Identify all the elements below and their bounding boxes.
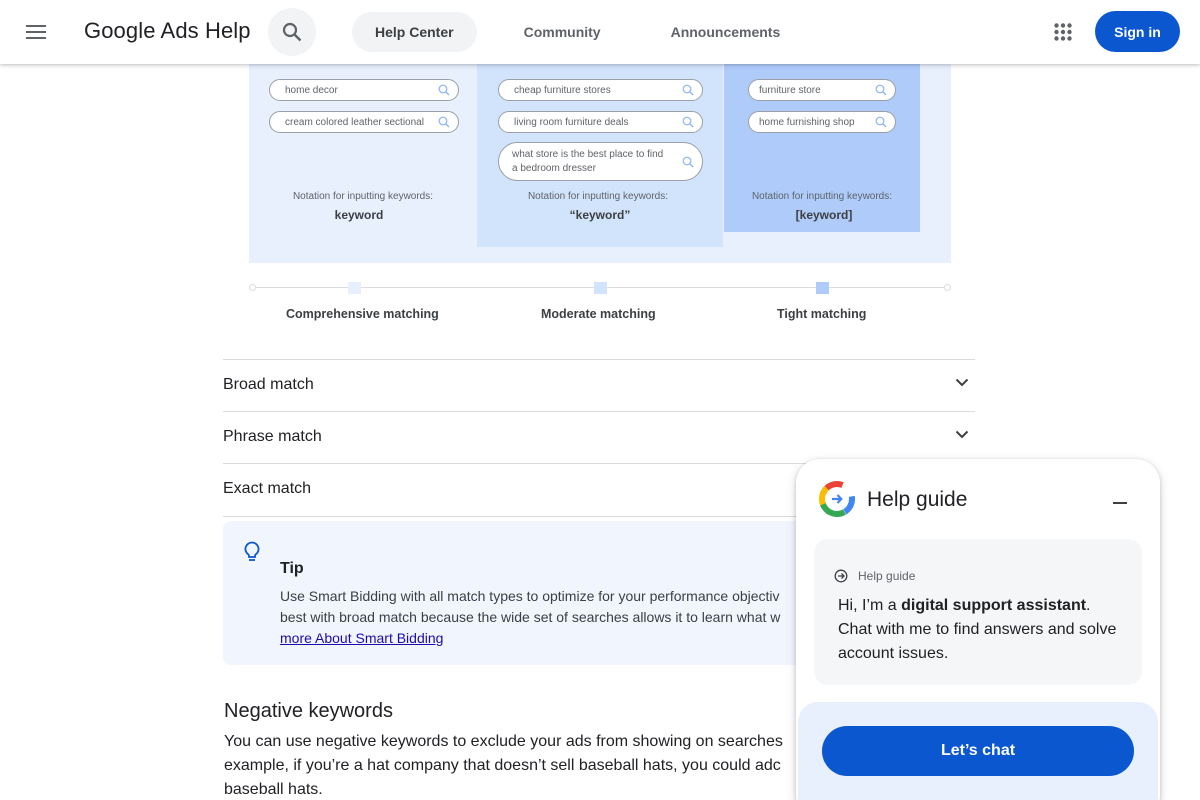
help-guide-footer: Let’s chat bbox=[798, 702, 1158, 800]
brand-title[interactable]: Google Ads Help bbox=[84, 18, 251, 44]
scale-marker bbox=[348, 282, 361, 294]
broad-keyword-notation: keyword bbox=[334, 208, 384, 222]
assistant-message: Help guide Hi, I’m a digital support ass… bbox=[814, 539, 1142, 685]
smart-bidding-link[interactable]: more About Smart Bidding bbox=[280, 630, 443, 646]
sign-in-button[interactable]: Sign in bbox=[1095, 11, 1180, 52]
chevron-down-icon bbox=[955, 430, 969, 439]
scale-label: Tight matching bbox=[777, 307, 867, 321]
section-heading: Negative keywords bbox=[224, 700, 393, 722]
phrase-keyword-notation: “keyword” bbox=[569, 208, 631, 222]
tip-body: Use Smart Bidding with all match types t… bbox=[280, 588, 781, 646]
google-g-icon bbox=[819, 481, 855, 517]
tab-community[interactable]: Community bbox=[501, 12, 624, 52]
keyword-chip: home decor bbox=[269, 79, 459, 101]
help-guide-title: Help guide bbox=[867, 488, 968, 511]
minimize-icon[interactable] bbox=[1108, 491, 1132, 515]
accordion-title: Exact match bbox=[223, 480, 312, 497]
tab-help-center[interactable]: Help Center bbox=[352, 12, 477, 52]
tab-announcements[interactable]: Announcements bbox=[648, 12, 804, 52]
menu-icon[interactable] bbox=[16, 12, 56, 52]
scale-label: Comprehensive matching bbox=[286, 307, 439, 321]
exact-column bbox=[724, 40, 920, 232]
lightbulb-icon bbox=[244, 541, 260, 561]
search-icon bbox=[282, 22, 302, 42]
exact-keyword-notation: [keyword] bbox=[795, 208, 853, 222]
search-icon bbox=[438, 116, 450, 128]
scale-marker bbox=[816, 282, 829, 294]
search-icon bbox=[682, 116, 694, 128]
scale-label: Moderate matching bbox=[541, 307, 656, 321]
tip-title: Tip bbox=[280, 560, 304, 577]
chip-line: a bedroom dresser bbox=[512, 162, 596, 174]
keyword-chip: home furnishing shop bbox=[748, 111, 896, 133]
help-guide-icon bbox=[834, 569, 848, 583]
search-icon bbox=[682, 156, 694, 167]
keyword-chip: cream colored leather sectional bbox=[269, 111, 459, 133]
message-text: Hi, I’m a digital support assistant. Cha… bbox=[838, 597, 1117, 662]
help-guide-panel: Help guide Help guide Hi, I’m a digital … bbox=[796, 459, 1160, 800]
search-icon bbox=[438, 84, 450, 96]
scale-marker bbox=[594, 282, 607, 294]
accordion-title: Broad match bbox=[223, 376, 314, 393]
notation-label: Notation for inputting keywords: bbox=[292, 191, 434, 202]
accordion-broad-match[interactable]: Broad match bbox=[223, 359, 975, 411]
search-icon bbox=[682, 84, 694, 96]
chip-line: what store is the best place to find bbox=[512, 148, 664, 160]
accordion-phrase-match[interactable]: Phrase match bbox=[223, 411, 975, 463]
keyword-chip: what store is the best place to find a b… bbox=[498, 142, 703, 181]
section-body: You can use negative keywords to exclude… bbox=[224, 733, 783, 798]
search-button[interactable] bbox=[268, 8, 316, 56]
scale-endpoint bbox=[249, 284, 256, 291]
keyword-chip: cheap furniture stores bbox=[498, 79, 703, 101]
notation-label: Notation for inputting keywords: bbox=[527, 191, 669, 202]
apps-grid-icon[interactable] bbox=[1043, 12, 1083, 52]
primary-nav: Help Center Community Announcements bbox=[352, 8, 827, 56]
search-icon bbox=[875, 84, 887, 96]
message-sender: Help guide bbox=[858, 569, 916, 583]
keyword-chip: furniture store bbox=[748, 79, 896, 101]
search-icon bbox=[875, 116, 887, 128]
top-app-bar: Google Ads Help Help Center Community An… bbox=[0, 0, 1200, 64]
match-type-diagram: home decor cream colored leather section… bbox=[249, 40, 951, 263]
accordion-title: Phrase match bbox=[223, 428, 322, 445]
lets-chat-button[interactable]: Let’s chat bbox=[822, 726, 1134, 776]
keyword-chip: living room furniture deals bbox=[498, 111, 703, 133]
notation-label: Notation for inputting keywords: bbox=[751, 191, 893, 202]
chevron-down-icon bbox=[955, 378, 969, 387]
scale-endpoint bbox=[944, 284, 951, 291]
